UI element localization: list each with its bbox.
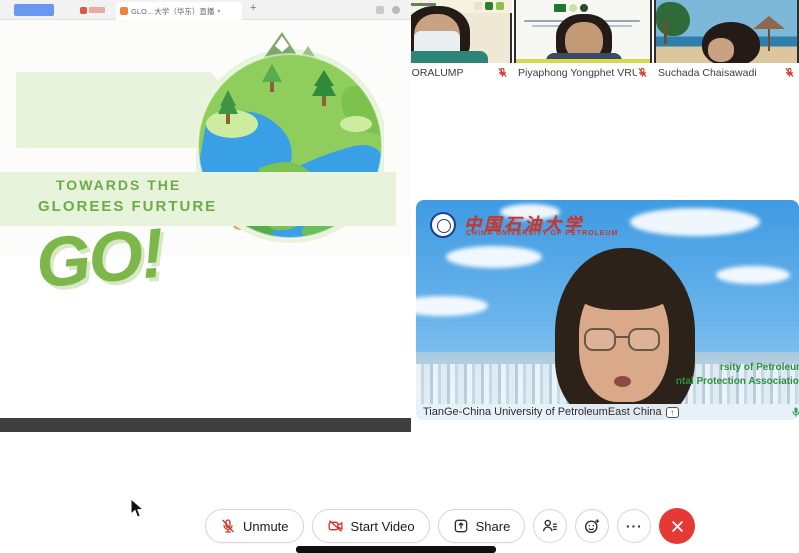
tab-title: GLO…大学（华东）直播 bbox=[131, 6, 214, 17]
cloud bbox=[446, 246, 542, 268]
browser-window-control[interactable] bbox=[376, 6, 384, 14]
browser-window-control[interactable] bbox=[392, 6, 400, 14]
unmute-button[interactable]: Unmute bbox=[205, 509, 304, 543]
close-icon bbox=[670, 519, 685, 534]
cloud bbox=[716, 266, 790, 284]
participants-button[interactable] bbox=[533, 509, 567, 543]
leave-meeting-button[interactable] bbox=[659, 508, 695, 544]
start-video-label: Start Video bbox=[351, 519, 415, 534]
speaker-name-label: TianGe-China University of PetroleumEast… bbox=[416, 404, 799, 420]
unmute-label: Unmute bbox=[243, 519, 289, 534]
palm-tree bbox=[656, 2, 690, 36]
browser-active-tab[interactable]: GLO…大学（华东）直播 ▾ bbox=[116, 2, 242, 20]
speaker-mouth bbox=[614, 376, 631, 387]
glasses bbox=[584, 328, 616, 351]
share-button[interactable]: Share bbox=[438, 509, 526, 543]
more-icon: ··· bbox=[626, 518, 643, 534]
participant-tile[interactable]: Piyaphong Yongphet VRU bbox=[514, 0, 652, 82]
upload-arrow-icon: ↑ bbox=[666, 407, 679, 418]
mic-muted-icon bbox=[220, 518, 236, 534]
share-icon bbox=[453, 518, 469, 534]
speaker-name-text: TianGe-China University of PetroleumEast… bbox=[423, 406, 662, 418]
overlay-text-2: ntal Protection Association bbox=[676, 376, 799, 387]
glasses-bridge bbox=[616, 336, 628, 338]
favicon bbox=[120, 7, 128, 15]
mic-muted-icon bbox=[784, 67, 795, 78]
overlay-text-1: rsity of Petroleum bbox=[720, 362, 799, 373]
more-options-button[interactable]: ··· bbox=[617, 509, 651, 543]
cloud bbox=[630, 208, 760, 236]
start-video-button[interactable]: Start Video bbox=[312, 509, 430, 543]
share-label: Share bbox=[476, 519, 511, 534]
slide-tagline-1: TOWARDS THE bbox=[56, 177, 181, 193]
webex-app-window: 15:09 Sat 22 Jan ··· 41% Webex∨|Applicat… bbox=[0, 0, 799, 553]
shared-screen-taskbar bbox=[0, 418, 411, 432]
smiley-plus-icon bbox=[583, 517, 601, 535]
university-logo-en: CHINA UNIVERSITY OF PETROLEUM bbox=[466, 230, 618, 237]
meeting-controls-toolbar: Unmute Start Video Share ··· bbox=[205, 508, 695, 544]
mic-muted-icon bbox=[497, 67, 508, 78]
mouse-cursor bbox=[130, 498, 145, 519]
glasses bbox=[628, 328, 660, 351]
slide-tagline-2: GLOREES FURTURE bbox=[38, 198, 217, 215]
live-badge[interactable] bbox=[80, 5, 110, 15]
tab-chevron-icon: ▾ bbox=[217, 8, 220, 15]
browser-tab-bar: GLO…大学（华东）直播 ▾ + bbox=[0, 0, 411, 20]
university-seal-icon bbox=[430, 212, 456, 238]
mic-muted-icon bbox=[637, 67, 648, 78]
new-tab-button[interactable]: + bbox=[250, 2, 256, 14]
active-speaker-video[interactable]: 中国石油大学 CHINA UNIVERSITY OF PETROLEUM rsi… bbox=[416, 200, 799, 420]
browser-blue-button[interactable] bbox=[14, 4, 54, 16]
camera-off-icon bbox=[327, 518, 344, 534]
beach-umbrella bbox=[753, 16, 785, 29]
participant-tile[interactable]: Suchada Chaisawadi bbox=[654, 0, 799, 82]
speaker-bangs bbox=[572, 258, 676, 310]
home-indicator-bar[interactable] bbox=[296, 546, 496, 553]
mic-active-icon bbox=[790, 406, 799, 418]
reactions-button[interactable] bbox=[575, 509, 609, 543]
participant-name: Suchada Chaisawadi bbox=[654, 67, 784, 79]
slide-headline: GO! bbox=[33, 213, 166, 304]
shared-screen-browser: GLO…大学（华东）直播 ▾ + GO! bbox=[0, 0, 411, 256]
cloud bbox=[416, 296, 488, 316]
participant-name: Piyaphong Yongphet VRU bbox=[514, 67, 637, 79]
participants-icon bbox=[541, 517, 559, 535]
live-icon bbox=[80, 7, 87, 14]
